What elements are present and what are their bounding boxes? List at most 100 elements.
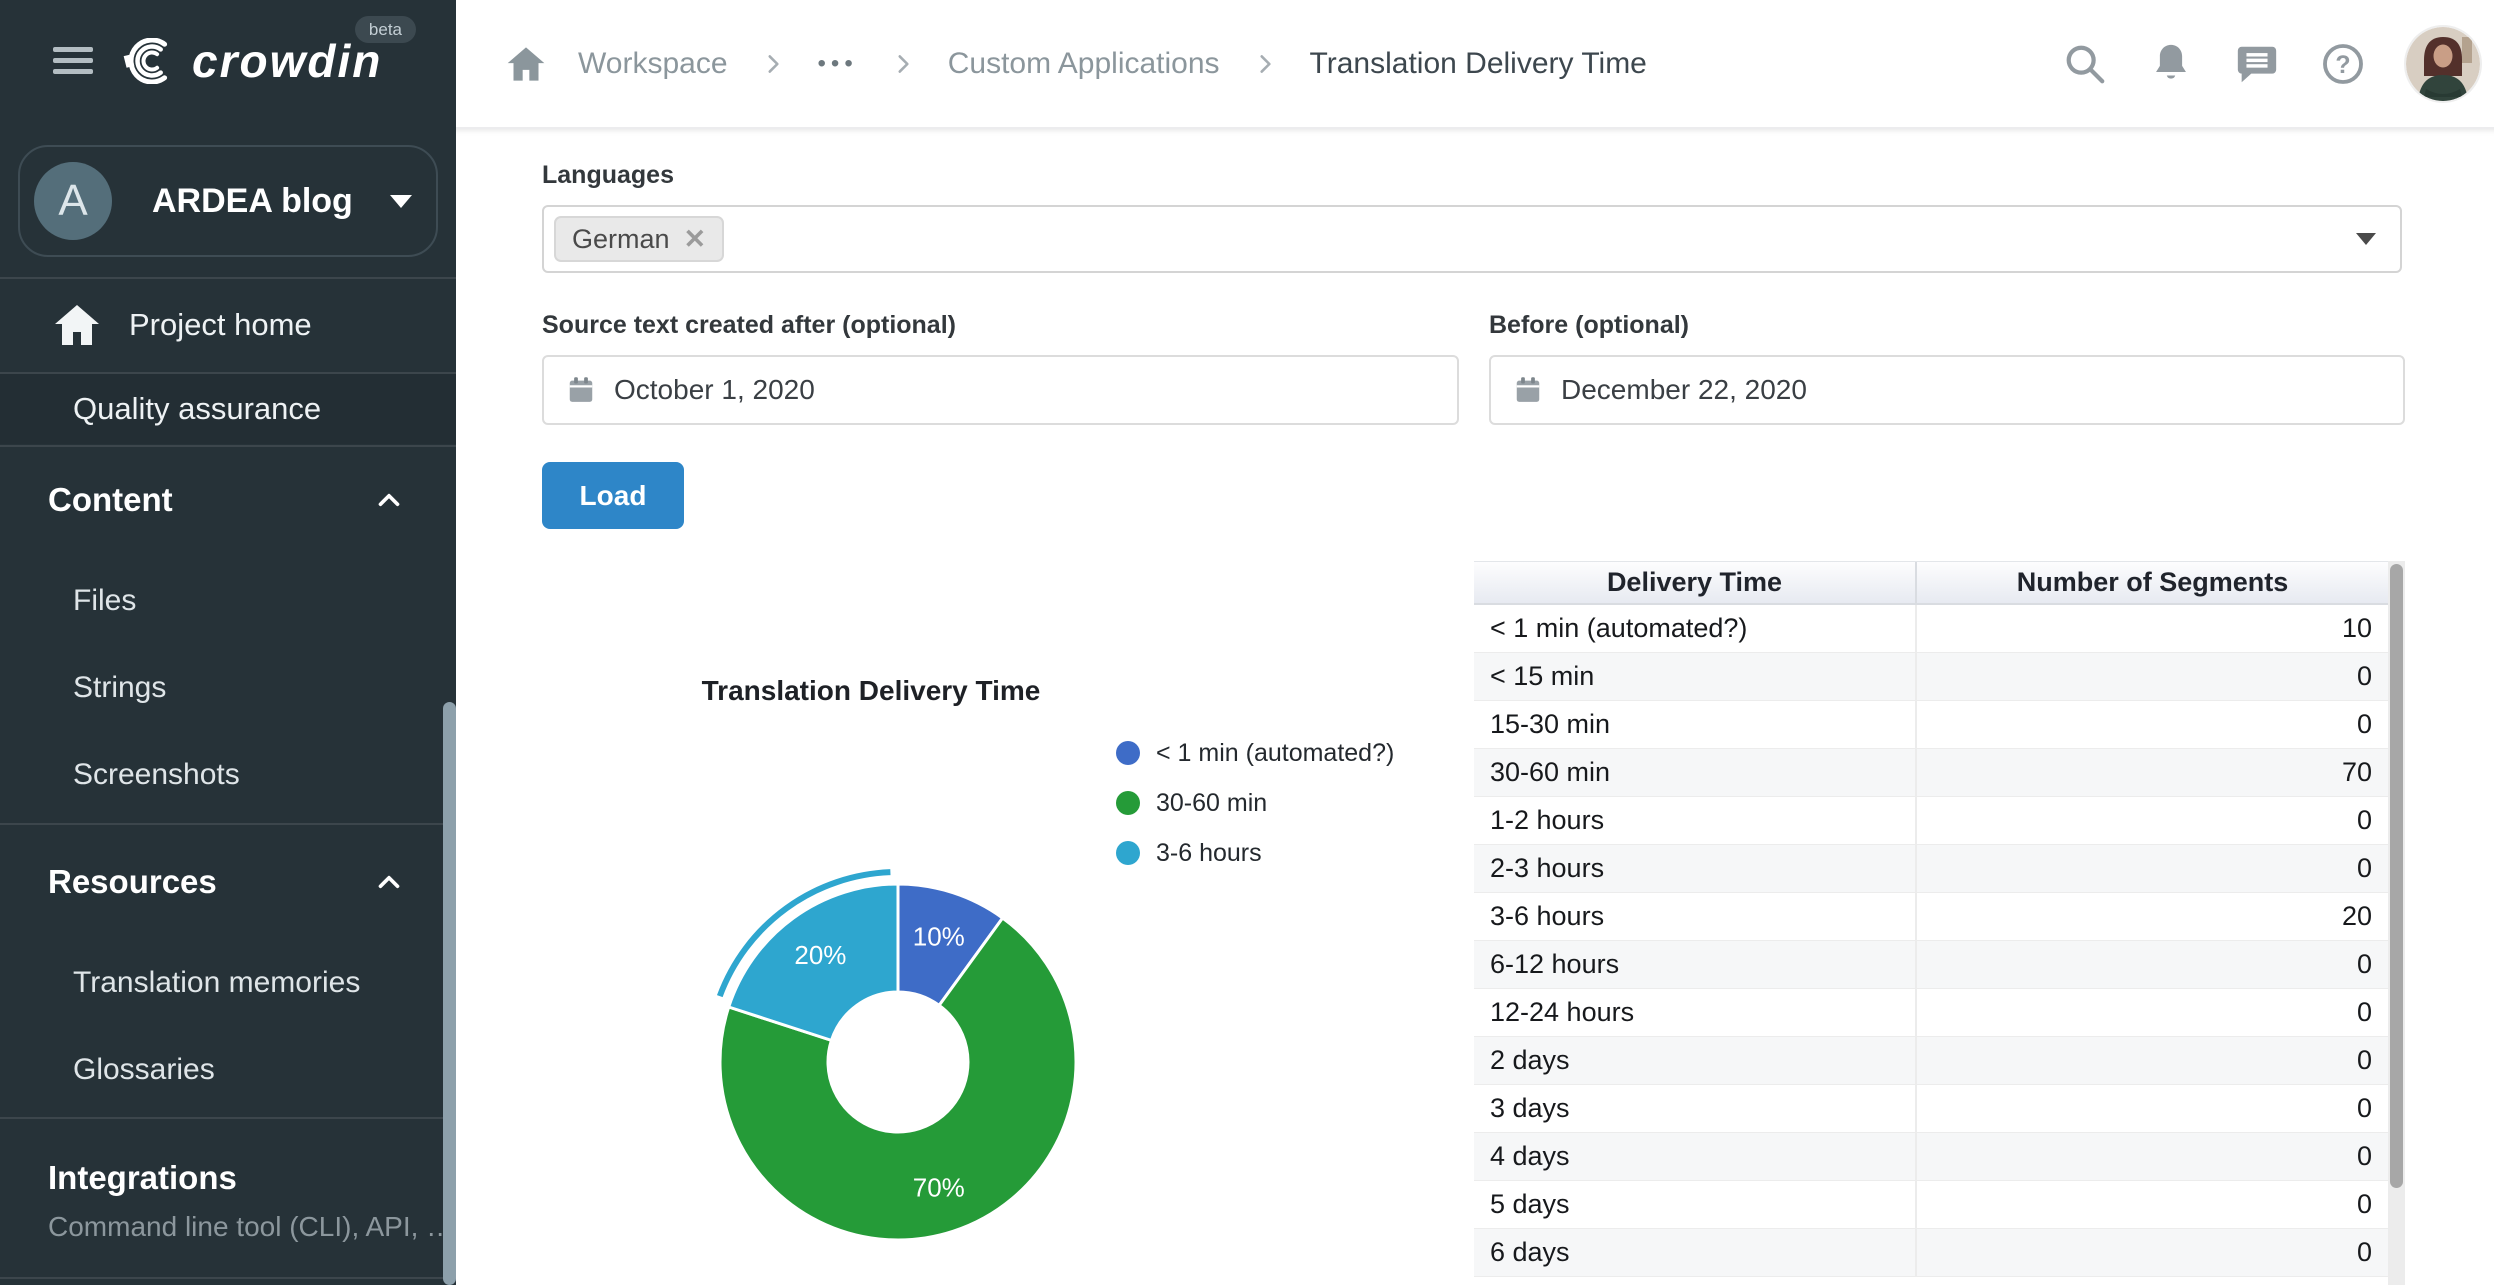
- notifications-bell-icon[interactable]: [2148, 41, 2194, 87]
- legend-item-30-60-min[interactable]: 30-60 min: [1116, 787, 1396, 819]
- sidebar-section-content[interactable]: Content: [0, 473, 456, 527]
- beta-badge: beta: [355, 16, 416, 43]
- legend-item-3-6-hours[interactable]: 3-6 hours: [1116, 837, 1396, 869]
- user-avatar[interactable]: [2406, 27, 2480, 101]
- svg-text:?: ?: [2335, 50, 2350, 78]
- cell-number-of-segments: 0: [1917, 1181, 2388, 1228]
- legend-item-1-min-automated[interactable]: < 1 min (automated?): [1116, 737, 1396, 769]
- after-date-label: Source text created after (optional): [542, 311, 956, 340]
- sidebar-item-translation-memories[interactable]: Translation memories: [0, 957, 456, 1009]
- cell-number-of-segments: 0: [1917, 1085, 2388, 1132]
- project-selector[interactable]: A ARDEA blog: [18, 145, 438, 257]
- table-row: 6-12 hours0: [1474, 941, 2388, 989]
- sidebar-item-strings[interactable]: Strings: [0, 662, 456, 714]
- sidebar-item-quality-assurance[interactable]: Quality assurance: [0, 374, 456, 444]
- chart-legend: < 1 min (automated?) 30-60 min 3-6 hours: [1116, 737, 1396, 869]
- table-scrollbar-thumb[interactable]: [2390, 564, 2403, 1188]
- sidebar-item-label: Quality assurance: [73, 391, 321, 427]
- legend-dot-icon: [1116, 741, 1140, 765]
- crowdin-logo-text: crowdin: [192, 34, 382, 88]
- chevron-right-icon: [1252, 51, 1278, 77]
- cell-delivery-time: 3-6 hours: [1474, 893, 1917, 940]
- crowdin-logo[interactable]: crowdin: [122, 34, 382, 88]
- sidebar-item-files[interactable]: Files: [0, 575, 456, 627]
- load-button[interactable]: Load: [542, 462, 684, 529]
- before-date-label: Before (optional): [1489, 311, 1689, 340]
- table-row: 6 days0: [1474, 1229, 2388, 1277]
- breadcrumb-custom-applications[interactable]: Custom Applications: [948, 47, 1220, 81]
- slice-percent-label: 10%: [913, 921, 965, 951]
- cell-number-of-segments: 0: [1917, 845, 2388, 892]
- cell-delivery-time: < 15 min: [1474, 653, 1917, 700]
- divider: [0, 1277, 456, 1279]
- table-row: 2-3 hours0: [1474, 845, 2388, 893]
- table-row: 12-24 hours0: [1474, 989, 2388, 1037]
- legend-label: 3-6 hours: [1156, 837, 1262, 869]
- calendar-icon: [566, 375, 596, 405]
- delivery-time-table: Delivery Time Number of Segments < 1 min…: [1474, 561, 2405, 1285]
- breadcrumb-ellipsis[interactable]: •••: [818, 50, 858, 78]
- language-tag-german: German ✕: [554, 216, 724, 262]
- legend-label: 30-60 min: [1156, 787, 1267, 819]
- sidebar: crowdin beta A ARDEA blog Project home Q…: [0, 0, 456, 1285]
- cell-number-of-segments: 0: [1917, 1037, 2388, 1084]
- table-row: 5 days0: [1474, 1181, 2388, 1229]
- cell-number-of-segments: 70: [1917, 749, 2388, 796]
- project-avatar: A: [34, 162, 112, 240]
- cell-number-of-segments: 20: [1917, 893, 2388, 940]
- before-date-value: December 22, 2020: [1561, 374, 1807, 406]
- donut-chart: 10%70%20%: [686, 850, 1110, 1274]
- sidebar-item-glossaries[interactable]: Glossaries: [0, 1044, 456, 1096]
- search-icon[interactable]: [2062, 41, 2108, 87]
- after-date-input[interactable]: October 1, 2020: [542, 355, 1459, 425]
- sidebar-scrollbar[interactable]: [443, 702, 456, 1285]
- calendar-icon: [1513, 375, 1543, 405]
- remove-tag-icon[interactable]: ✕: [684, 224, 707, 255]
- chevron-right-icon: [890, 51, 916, 77]
- table-row: 1-2 hours0: [1474, 797, 2388, 845]
- sidebar-item-label: Project home: [129, 307, 312, 343]
- cell-delivery-time: 1-2 hours: [1474, 797, 1917, 844]
- cell-delivery-time: 4 days: [1474, 1133, 1917, 1180]
- home-icon[interactable]: [506, 45, 546, 83]
- messages-icon[interactable]: [2234, 41, 2280, 87]
- cell-number-of-segments: 0: [1917, 701, 2388, 748]
- help-icon[interactable]: ?: [2320, 41, 2366, 87]
- cell-number-of-segments: 0: [1917, 1133, 2388, 1180]
- breadcrumb: Workspace ••• Custom Applications Transl…: [506, 0, 1647, 127]
- column-header-number-of-segments[interactable]: Number of Segments: [1917, 562, 2388, 603]
- cell-delivery-time: 2-3 hours: [1474, 845, 1917, 892]
- cell-delivery-time: 12-24 hours: [1474, 989, 1917, 1036]
- breadcrumb-workspace[interactable]: Workspace: [578, 47, 728, 81]
- sidebar-section-integrations[interactable]: Integrations: [0, 1151, 456, 1205]
- chevron-right-icon: [760, 51, 786, 77]
- cell-delivery-time: 2 days: [1474, 1037, 1917, 1084]
- cell-number-of-segments: 0: [1917, 797, 2388, 844]
- table-row: 30-60 min70: [1474, 749, 2388, 797]
- cell-number-of-segments: 0: [1917, 653, 2388, 700]
- legend-dot-icon: [1116, 791, 1140, 815]
- crowdin-logo-icon: [122, 38, 184, 84]
- sidebar-section-resources[interactable]: Resources: [0, 855, 456, 909]
- cell-delivery-time: 6 days: [1474, 1229, 1917, 1276]
- topbar-actions: ?: [2062, 0, 2480, 127]
- sidebar-item-project-home[interactable]: Project home: [0, 279, 456, 371]
- before-date-input[interactable]: December 22, 2020: [1489, 355, 2405, 425]
- cell-number-of-segments: 0: [1917, 941, 2388, 988]
- table-row: < 15 min0: [1474, 653, 2388, 701]
- menu-icon[interactable]: [53, 47, 93, 80]
- chevron-down-icon: [2356, 233, 2376, 245]
- legend-dot-icon: [1116, 841, 1140, 865]
- languages-select[interactable]: German ✕: [542, 205, 2402, 273]
- sidebar-item-screenshots[interactable]: Screenshots: [0, 749, 456, 801]
- table-row: 2 days0: [1474, 1037, 2388, 1085]
- cell-delivery-time: 3 days: [1474, 1085, 1917, 1132]
- table-row: 3-6 hours20: [1474, 893, 2388, 941]
- divider: [0, 445, 456, 447]
- chevron-down-icon: [390, 195, 412, 208]
- cell-delivery-time: 6-12 hours: [1474, 941, 1917, 988]
- after-date-value: October 1, 2020: [614, 374, 815, 406]
- cell-number-of-segments: 0: [1917, 1229, 2388, 1276]
- column-header-delivery-time[interactable]: Delivery Time: [1474, 562, 1917, 603]
- legend-label: < 1 min (automated?): [1156, 737, 1394, 769]
